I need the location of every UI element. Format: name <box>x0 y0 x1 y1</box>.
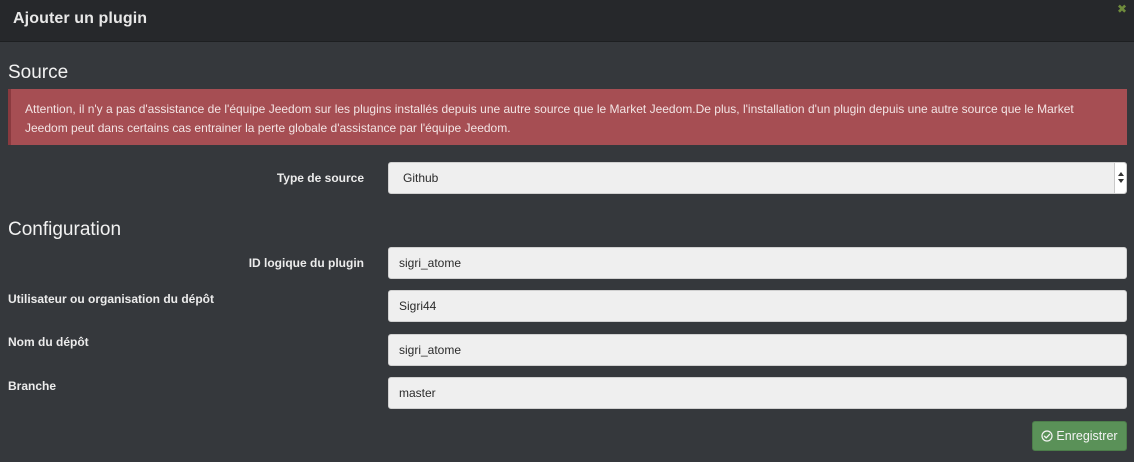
branch-input[interactable]: master <box>388 377 1127 409</box>
repo-owner-label: Utilisateur ou organisation du dépôt <box>8 292 215 306</box>
configuration-heading: Configuration <box>8 219 122 240</box>
save-button-label: Enregistrer <box>1056 429 1118 443</box>
plugin-id-label: ID logique du plugin <box>248 256 364 270</box>
source-type-select[interactable]: Github <box>388 162 1127 194</box>
plugin-id-input[interactable]: sigri_atome <box>388 247 1127 279</box>
select-arrows-icon <box>1114 163 1126 193</box>
source-type-label: Type de source <box>276 171 364 185</box>
modal-titlebar: Ajouter un plugin ✖ <box>0 0 1134 42</box>
close-icon[interactable]: ✖ <box>1115 2 1129 16</box>
warning-alert: Attention, il n'y a pas d'assistance de … <box>8 89 1127 145</box>
repo-owner-input[interactable]: Sigri44 <box>388 290 1127 322</box>
check-circle-icon <box>1041 430 1054 442</box>
repo-name-label: Nom du dépôt <box>8 335 89 349</box>
modal-title: Ajouter un plugin <box>13 10 148 27</box>
source-heading: Source <box>8 62 69 83</box>
source-type-value: Github <box>403 171 439 185</box>
repo-name-input[interactable]: sigri_atome <box>388 334 1127 366</box>
save-button[interactable]: Enregistrer <box>1032 421 1127 451</box>
branch-label: Branche <box>8 379 57 393</box>
add-plugin-modal: Ajouter un plugin ✖ Source Attention, il… <box>0 0 1134 462</box>
